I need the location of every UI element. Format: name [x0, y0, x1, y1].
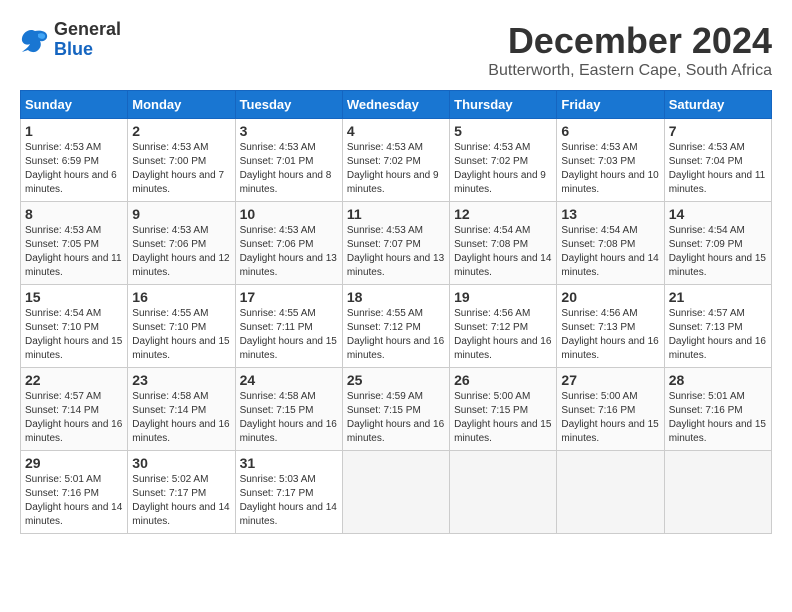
day-cell-12: 12 Sunrise: 4:54 AMSunset: 7:08 PMDaylig…: [450, 202, 557, 285]
day-cell-empty: [664, 451, 771, 534]
day-cell-20: 20 Sunrise: 4:56 AMSunset: 7:13 PMDaylig…: [557, 285, 664, 368]
day-cell-2: 2 Sunrise: 4:53 AMSunset: 7:00 PMDayligh…: [128, 119, 235, 202]
day-cell-3: 3 Sunrise: 4:53 AMSunset: 7:01 PMDayligh…: [235, 119, 342, 202]
day-cell-4: 4 Sunrise: 4:53 AMSunset: 7:02 PMDayligh…: [342, 119, 449, 202]
logo: GeneralBlue: [20, 20, 121, 60]
day-cell-10: 10 Sunrise: 4:53 AMSunset: 7:06 PMDaylig…: [235, 202, 342, 285]
table-row: 15 Sunrise: 4:54 AMSunset: 7:10 PMDaylig…: [21, 285, 772, 368]
day-cell-15: 15 Sunrise: 4:54 AMSunset: 7:10 PMDaylig…: [21, 285, 128, 368]
page-header: GeneralBlue December 2024 Butterworth, E…: [20, 20, 772, 80]
logo-icon: [20, 26, 50, 54]
header-sunday: Sunday: [21, 91, 128, 119]
logo-text-block: GeneralBlue: [54, 20, 121, 60]
day-cell-19: 19 Sunrise: 4:56 AMSunset: 7:12 PMDaylig…: [450, 285, 557, 368]
location-title: Butterworth, Eastern Cape, South Africa: [488, 62, 772, 80]
day-cell-17: 17 Sunrise: 4:55 AMSunset: 7:11 PMDaylig…: [235, 285, 342, 368]
month-title: December 2024: [488, 20, 772, 62]
day-cell-26: 26 Sunrise: 5:00 AMSunset: 7:15 PMDaylig…: [450, 368, 557, 451]
table-row: 22 Sunrise: 4:57 AMSunset: 7:14 PMDaylig…: [21, 368, 772, 451]
table-row: 1 Sunrise: 4:53 AMSunset: 6:59 PMDayligh…: [21, 119, 772, 202]
day-cell-21: 21 Sunrise: 4:57 AMSunset: 7:13 PMDaylig…: [664, 285, 771, 368]
day-cell-empty: [342, 451, 449, 534]
day-cell-31: 31 Sunrise: 5:03 AMSunset: 7:17 PMDaylig…: [235, 451, 342, 534]
calendar-table: Sunday Monday Tuesday Wednesday Thursday…: [20, 90, 772, 534]
day-cell-13: 13 Sunrise: 4:54 AMSunset: 7:08 PMDaylig…: [557, 202, 664, 285]
day-cell-9: 9 Sunrise: 4:53 AMSunset: 7:06 PMDayligh…: [128, 202, 235, 285]
header-wednesday: Wednesday: [342, 91, 449, 119]
day-cell-24: 24 Sunrise: 4:58 AMSunset: 7:15 PMDaylig…: [235, 368, 342, 451]
day-cell-6: 6 Sunrise: 4:53 AMSunset: 7:03 PMDayligh…: [557, 119, 664, 202]
day-cell-16: 16 Sunrise: 4:55 AMSunset: 7:10 PMDaylig…: [128, 285, 235, 368]
table-row: 29 Sunrise: 5:01 AMSunset: 7:16 PMDaylig…: [21, 451, 772, 534]
logo-label: GeneralBlue: [54, 20, 121, 60]
day-cell-25: 25 Sunrise: 4:59 AMSunset: 7:15 PMDaylig…: [342, 368, 449, 451]
header-thursday: Thursday: [450, 91, 557, 119]
day-cell-29: 29 Sunrise: 5:01 AMSunset: 7:16 PMDaylig…: [21, 451, 128, 534]
calendar-title-block: December 2024 Butterworth, Eastern Cape,…: [488, 20, 772, 80]
header-friday: Friday: [557, 91, 664, 119]
day-cell-empty: [557, 451, 664, 534]
header-tuesday: Tuesday: [235, 91, 342, 119]
header-monday: Monday: [128, 91, 235, 119]
table-row: 8 Sunrise: 4:53 AMSunset: 7:05 PMDayligh…: [21, 202, 772, 285]
day-cell-11: 11 Sunrise: 4:53 AMSunset: 7:07 PMDaylig…: [342, 202, 449, 285]
day-cell-22: 22 Sunrise: 4:57 AMSunset: 7:14 PMDaylig…: [21, 368, 128, 451]
day-cell-5: 5 Sunrise: 4:53 AMSunset: 7:02 PMDayligh…: [450, 119, 557, 202]
day-cell-28: 28 Sunrise: 5:01 AMSunset: 7:16 PMDaylig…: [664, 368, 771, 451]
day-cell-empty: [450, 451, 557, 534]
calendar-header-row: Sunday Monday Tuesday Wednesday Thursday…: [21, 91, 772, 119]
day-cell-23: 23 Sunrise: 4:58 AMSunset: 7:14 PMDaylig…: [128, 368, 235, 451]
day-cell-14: 14 Sunrise: 4:54 AMSunset: 7:09 PMDaylig…: [664, 202, 771, 285]
day-cell-7: 7 Sunrise: 4:53 AMSunset: 7:04 PMDayligh…: [664, 119, 771, 202]
header-saturday: Saturday: [664, 91, 771, 119]
day-cell-18: 18 Sunrise: 4:55 AMSunset: 7:12 PMDaylig…: [342, 285, 449, 368]
day-cell-8: 8 Sunrise: 4:53 AMSunset: 7:05 PMDayligh…: [21, 202, 128, 285]
day-cell-1: 1 Sunrise: 4:53 AMSunset: 6:59 PMDayligh…: [21, 119, 128, 202]
day-cell-27: 27 Sunrise: 5:00 AMSunset: 7:16 PMDaylig…: [557, 368, 664, 451]
day-cell-30: 30 Sunrise: 5:02 AMSunset: 7:17 PMDaylig…: [128, 451, 235, 534]
